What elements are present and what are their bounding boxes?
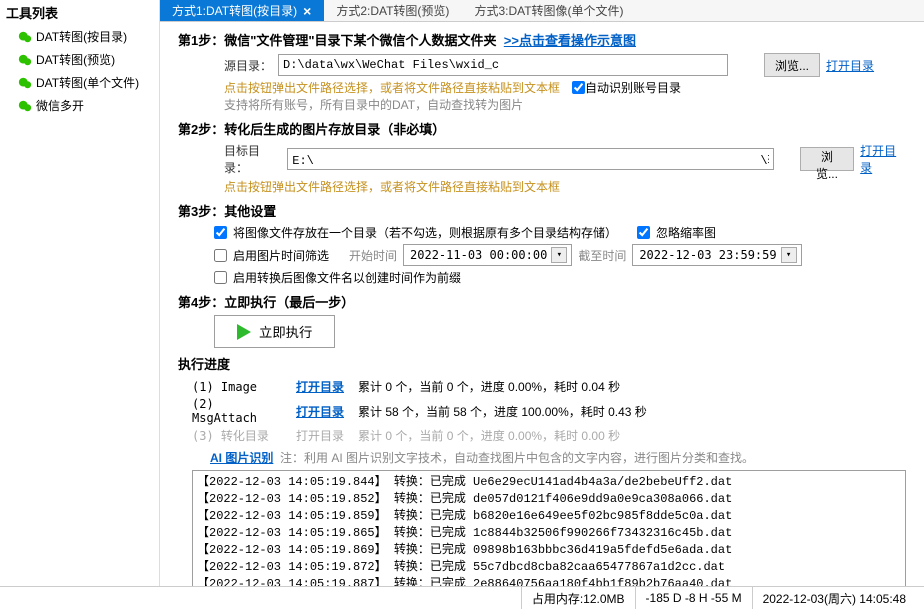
step2-title: 第2步：转化后生成的图片存放目录（非必填） xyxy=(178,119,906,138)
subhint-text: 支持将所有账号，所有目录中的DAT，自动查找转为图片 xyxy=(224,96,906,113)
tab-method1[interactable]: 方式1:DAT转图(按目录) × xyxy=(160,0,324,21)
browse-button[interactable]: 浏览... xyxy=(764,53,820,77)
hint-text-2: 点击按钮弹出文件路径选择，或者将文件路径直接粘贴到文本框 xyxy=(224,178,906,195)
tab-label: 方式2:DAT转图(预览) xyxy=(336,2,449,19)
step1-title: 第1步：微信"文件管理"目录下某个微信个人数据文件夹 >>点击查看操作示意图 xyxy=(178,30,906,49)
step4: 第4步：立即执行（最后一步） 立即执行 xyxy=(178,292,906,348)
time-filter-label: 启用图片时间筛选 xyxy=(233,247,329,264)
sidebar-item-label: DAT转图(单个文件) xyxy=(36,74,139,91)
ignore-thumb-checkbox[interactable] xyxy=(637,226,650,239)
ignore-thumb-label: 忽略缩率图 xyxy=(656,224,716,241)
calendar-icon[interactable]: ▾ xyxy=(551,247,567,263)
open-dir-link[interactable]: 打开目录 xyxy=(296,403,344,420)
status-memory: 占用内存:12.0MB xyxy=(521,587,635,609)
step2: 第2步：转化后生成的图片存放目录（非必填） 目标目录： 浏览... 打开目录 点… xyxy=(178,119,906,195)
tab-label: 方式3:DAT转图像(单个文件) xyxy=(474,2,623,19)
progress-stats: 累计 58 个，当前 58 个，进度 100.00%，耗时 0.43 秒 xyxy=(358,403,647,420)
end-time-input[interactable]: 2022-12-03 23:59:59▾ xyxy=(632,244,801,266)
progress-list: (1) Image 打开目录 累计 0 个，当前 0 个，进度 0.00%，耗时… xyxy=(192,377,906,466)
ai-recognize-link[interactable]: AI 图片识别 xyxy=(210,451,273,465)
progress-stats: 累计 0 个，当前 0 个，进度 0.00%，耗时 0.04 秒 xyxy=(358,378,620,395)
ai-note: 注：利用 AI 图片识别文字技术，自动查找图片中包含的文字内容，进行图片分类和查… xyxy=(280,451,754,465)
single-dir-checkbox[interactable] xyxy=(214,226,227,239)
progress-row-image: (1) Image 打开目录 累计 0 个，当前 0 个，进度 0.00%，耗时… xyxy=(192,377,906,396)
start-time-input[interactable]: 2022-11-03 00:00:00▾ xyxy=(403,244,572,266)
log-output[interactable]: 【2022-12-03 14:05:19.844】 转换：已完成 Ue6e29e… xyxy=(192,470,906,586)
target-dir-input[interactable] xyxy=(287,148,774,170)
calendar-icon[interactable]: ▾ xyxy=(781,247,797,263)
wechat-icon xyxy=(18,76,32,90)
sidebar-item-label: DAT转图(按目录) xyxy=(36,28,127,45)
open-dir-link-2[interactable]: 打开目录 xyxy=(860,142,906,176)
auto-detect-checkbox[interactable] xyxy=(572,81,585,94)
browse-button-2[interactable]: 浏览... xyxy=(800,147,854,171)
panel: 第1步：微信"文件管理"目录下某个微信个人数据文件夹 >>点击查看操作示意图 源… xyxy=(160,22,924,586)
progress-stats: 累计 0 个，当前 0 个，进度 0.00%，耗时 0.00 秒 xyxy=(358,427,620,444)
source-dir-input[interactable] xyxy=(278,54,728,76)
start-time-label: 开始时间 xyxy=(349,247,397,264)
main-content: 方式1:DAT转图(按目录) × 方式2:DAT转图(预览) 方式3:DAT转图… xyxy=(160,0,924,586)
open-dir-link[interactable]: 打开目录 xyxy=(296,378,344,395)
sidebar-item-dat-single[interactable]: DAT转图(单个文件) xyxy=(0,71,159,94)
wechat-icon xyxy=(18,99,32,113)
step4-title: 第4步：立即执行（最后一步） xyxy=(178,292,906,311)
filename-prefix-checkbox[interactable] xyxy=(214,271,227,284)
src-label: 源目录： xyxy=(224,57,272,74)
sidebar-item-dat-dir[interactable]: DAT转图(按目录) xyxy=(0,25,159,48)
tab-label: 方式1:DAT转图(按目录) xyxy=(172,2,297,19)
hint-text: 点击按钮弹出文件路径选择，或者将文件路径直接粘贴到文本框 xyxy=(224,79,560,96)
step3-title: 第3步：其他设置 xyxy=(178,201,906,220)
sidebar-item-label: 微信多开 xyxy=(36,97,84,114)
play-icon xyxy=(237,324,251,340)
dst-label: 目标目录： xyxy=(224,142,281,176)
step1: 第1步：微信"文件管理"目录下某个微信个人数据文件夹 >>点击查看操作示意图 源… xyxy=(178,30,906,113)
open-dir-link-disabled: 打开目录 xyxy=(296,427,344,444)
tabbar: 方式1:DAT转图(按目录) × 方式2:DAT转图(预览) 方式3:DAT转图… xyxy=(160,0,924,22)
status-datetime: 2022-12-03(周六) 14:05:48 xyxy=(752,587,916,609)
sidebar-header: 工具列表 xyxy=(0,0,159,25)
open-dir-link[interactable]: 打开目录 xyxy=(826,57,874,74)
end-time-label: 截至时间 xyxy=(578,247,626,264)
sidebar-item-label: DAT转图(预览) xyxy=(36,51,115,68)
execute-button[interactable]: 立即执行 xyxy=(214,315,335,348)
time-filter-checkbox[interactable] xyxy=(214,249,227,262)
tab-method3[interactable]: 方式3:DAT转图像(单个文件) xyxy=(462,0,636,21)
demo-link[interactable]: >>点击查看操作示意图 xyxy=(504,33,636,48)
filename-prefix-label: 启用转换后图像文件名以创建时间作为前缀 xyxy=(233,269,461,286)
progress-section: 执行进度 (1) Image 打开目录 累计 0 个，当前 0 个，进度 0.0… xyxy=(178,354,906,586)
single-dir-label: 将图像文件存放在一个目录（若不勾选，则根据原有多个目录结构存储） xyxy=(233,224,617,241)
progress-row-convert: (3) 转化目录 打开目录 累计 0 个，当前 0 个，进度 0.00%，耗时 … xyxy=(192,426,906,445)
wechat-icon xyxy=(18,30,32,44)
execute-label: 立即执行 xyxy=(259,322,312,341)
close-icon[interactable]: × xyxy=(303,4,311,18)
step3: 第3步：其他设置 将图像文件存放在一个目录（若不勾选，则根据原有多个目录结构存储… xyxy=(178,201,906,286)
tab-method2[interactable]: 方式2:DAT转图(预览) xyxy=(324,0,462,21)
wechat-icon xyxy=(18,53,32,67)
auto-detect-label: 自动识别账号目录 xyxy=(585,79,681,96)
status-countdown: -185 D -8 H -55 M xyxy=(635,587,752,609)
sidebar-item-multi-open[interactable]: 微信多开 xyxy=(0,94,159,117)
sidebar: 工具列表 DAT转图(按目录) DAT转图(预览) DAT转图(单个文件) 微信… xyxy=(0,0,160,586)
progress-title: 执行进度 xyxy=(178,354,906,373)
sidebar-item-dat-preview[interactable]: DAT转图(预览) xyxy=(0,48,159,71)
progress-row-msgattach: (2) MsgAttach 打开目录 累计 58 个，当前 58 个，进度 10… xyxy=(192,396,906,426)
status-bar: 占用内存:12.0MB -185 D -8 H -55 M 2022-12-03… xyxy=(0,586,924,609)
